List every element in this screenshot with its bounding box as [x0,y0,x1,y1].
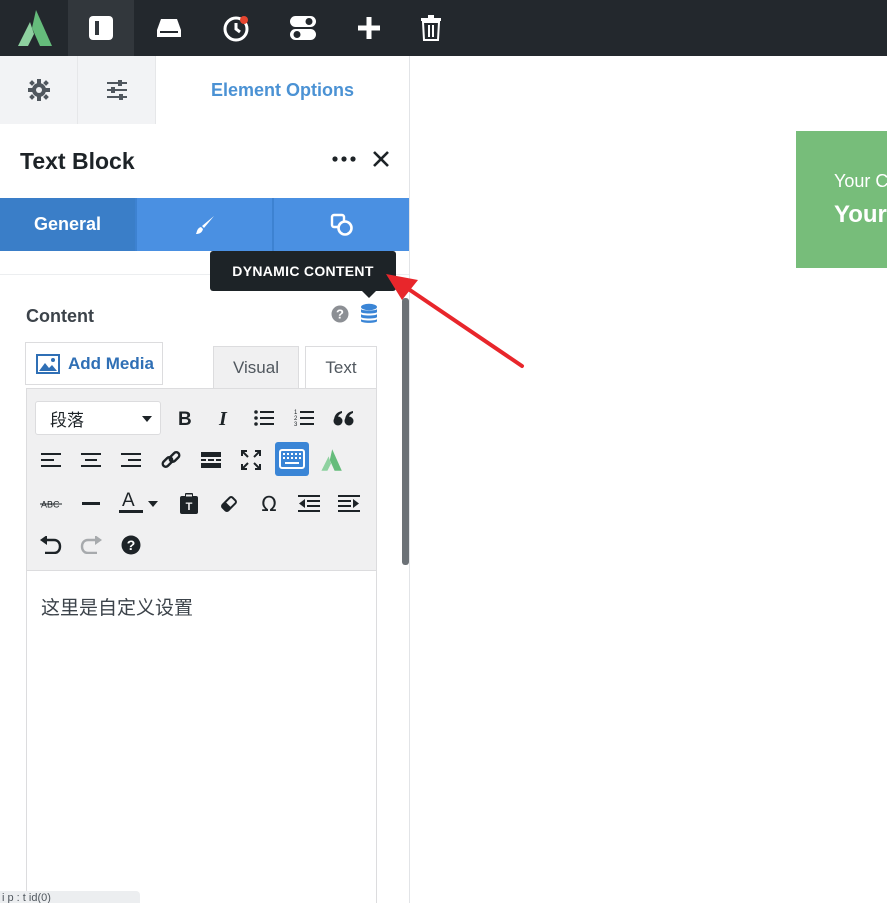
horizontal-line-icon[interactable] [75,488,107,520]
more-options-icon[interactable] [330,144,358,174]
redo-icon[interactable] [75,529,107,561]
editor-text: 这里是自定义设置 [41,597,194,619]
toolbar-toggle-icon[interactable] [275,442,309,476]
tab-text-editor[interactable]: Text [305,346,377,388]
editor-status-path: i p : t id(0) [0,891,140,903]
text-color-chevron-down-icon[interactable] [143,488,163,520]
option-tabs: General [0,198,409,251]
keyboard-shortcuts-help-icon[interactable]: ? [115,529,147,561]
top-toolbar [0,0,887,56]
strikethrough-icon[interactable]: ABC [35,488,67,520]
add-media-button[interactable]: Add Media [25,342,163,385]
fullscreen-icon[interactable] [235,444,267,476]
add-media-label: Add Media [68,353,154,373]
tab-extras[interactable] [274,198,409,251]
media-image-icon [36,353,60,374]
inbox-icon[interactable] [136,0,202,56]
annotation-arrow [386,274,524,368]
align-center-icon[interactable] [75,444,107,476]
numbered-list-icon[interactable]: 123 [288,402,320,434]
bold-icon[interactable]: B [168,402,200,434]
tab-visual-editor[interactable]: Visual [213,346,299,388]
svg-text:A: A [122,490,135,511]
svg-text:B: B [178,409,192,427]
align-right-icon[interactable] [115,444,147,476]
toggles-icon[interactable] [270,0,336,56]
dynamic-content-database-icon[interactable] [360,303,378,330]
gear-icon [27,79,50,101]
dynamic-content-tooltip: DYNAMIC CONTENT [210,251,396,298]
paintbrush-icon [195,215,214,234]
element-header: Text Block [0,124,409,198]
shapes-icon [330,213,353,236]
clear-formatting-icon[interactable] [213,488,245,520]
sliders-icon [106,80,127,100]
svg-text:Ω: Ω [261,494,276,514]
link-icon[interactable] [155,444,187,476]
tab-element-options[interactable]: Element Options [156,56,409,124]
sidebar-tabs: Element Options [0,56,409,124]
indent-icon[interactable] [333,488,365,520]
preview-line-2: Your [834,201,887,228]
layout-icon[interactable] [68,0,134,56]
outdent-icon[interactable] [293,488,325,520]
bullet-list-icon[interactable] [248,402,280,434]
chevron-down-icon [142,416,152,422]
svg-text:T: T [186,501,193,513]
tab-sliders[interactable] [78,56,156,124]
element-title: Text Block [20,148,135,174]
blockquote-icon[interactable] [328,402,360,434]
italic-icon[interactable]: I [208,402,240,434]
preview-line-1: Your C [834,171,887,191]
tab-settings[interactable] [0,56,78,124]
help-icon[interactable]: ? [331,305,349,328]
tab-general[interactable]: General [0,198,137,251]
paste-text-icon[interactable]: T [173,488,205,520]
content-editor[interactable]: 这里是自定义设置 [26,571,377,903]
content-label: Content [26,306,94,326]
trash-icon[interactable] [398,0,464,56]
tab-design[interactable] [137,198,274,251]
avada-shortcode-icon[interactable] [315,444,347,476]
svg-text:?: ? [336,307,344,322]
format-select[interactable]: 段落 [35,401,161,435]
special-character-icon[interactable]: Ω [253,488,285,520]
close-icon[interactable] [368,144,394,174]
read-more-icon[interactable] [195,444,227,476]
svg-text:3: 3 [294,422,298,427]
avada-logo-icon[interactable] [0,0,68,56]
history-icon[interactable] [203,0,269,56]
format-select-value: 段落 [50,410,84,430]
undo-icon[interactable] [35,529,67,561]
svg-text:?: ? [127,537,136,553]
preview-content-box[interactable]: Your C Your [796,131,887,268]
editor-toolbar: 段落 B I 123 ABC A T Ω ? [26,388,377,571]
svg-text:I: I [218,409,228,427]
plus-icon[interactable] [336,0,402,56]
align-left-icon[interactable] [35,444,67,476]
